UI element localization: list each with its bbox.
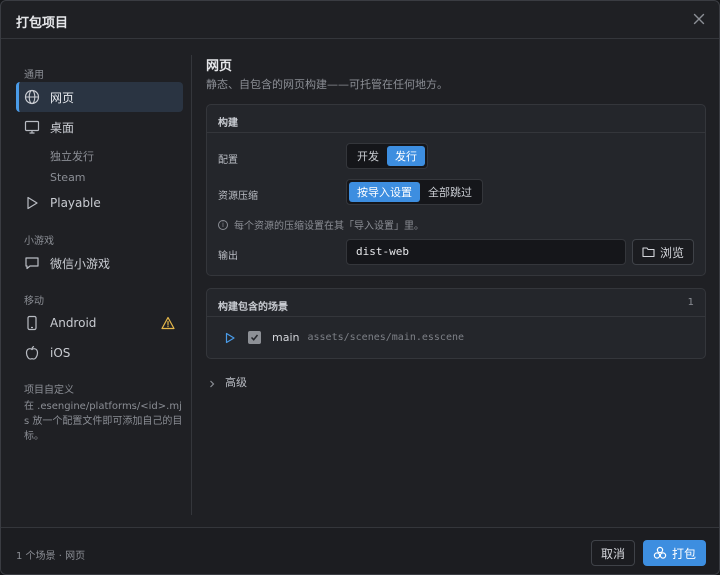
build-card-title: 构建 [207,105,705,133]
play-scene-icon[interactable] [224,332,236,344]
monitor-icon [23,118,41,136]
compress-hint: i 每个资源的压缩设置在其「导入设置」里。 [218,217,424,232]
apple-icon [23,344,41,362]
page-title: 网页 [206,59,233,74]
sidebar-subitem-standalone[interactable]: 独立发行 [50,148,94,164]
sidebar-item-label: Android [50,316,97,330]
compress-option-import[interactable]: 按导入设置 [349,182,420,202]
folder-icon [642,246,655,258]
config-option-release[interactable]: 发行 [387,146,425,166]
config-segmented: 开发 发行 [346,143,428,169]
scene-checkbox[interactable] [248,331,261,344]
globe-icon [23,88,41,106]
sidebar-group-custom: 项目自定义 [24,385,74,396]
config-option-dev[interactable]: 开发 [349,146,387,166]
warning-icon [161,316,175,333]
sidebar-item-wechat[interactable]: 微信小游戏 [16,248,183,278]
build-dialog: 打包项目 通用 网页 桌面 独立发行 Steam Playable 小游戏 微信… [0,0,720,575]
sidebar-item-label: Playable [50,196,101,210]
compress-hint-text: 每个资源的压缩设置在其「导入设置」里。 [234,221,424,232]
browse-button[interactable]: 浏览 [632,239,694,265]
sidebar-group-mobile: 移动 [24,296,44,307]
sidebar-item-playable[interactable]: Playable [16,188,183,218]
sidebar-item-label: 网页 [50,90,75,105]
sidebar-subitem-steam[interactable]: Steam [50,171,86,184]
cancel-label: 取消 [600,546,625,561]
build-icon [653,546,667,560]
build-button[interactable]: 打包 [643,540,706,566]
sidebar-item-label: 微信小游戏 [50,256,111,271]
sidebar-item-ios[interactable]: iOS [16,338,183,368]
sidebar-group-general: 通用 [24,70,44,81]
compress-segmented: 按导入设置 全部跳过 [346,179,483,205]
output-label: 输出 [218,251,238,262]
build-label: 打包 [671,546,696,561]
build-card: 构建 配置 开发 发行 资源压缩 按导入设置 全部跳过 i 每个资源的压缩设置在… [206,104,706,276]
browse-label: 浏览 [659,245,684,260]
footer-status: 1 个场景 · 网页 [16,551,86,562]
play-icon [23,194,41,212]
dialog-title: 打包项目 [16,16,69,31]
scene-name: main [272,331,300,344]
sidebar-item-desktop[interactable]: 桌面 [16,112,183,142]
sidebar-item-label: iOS [50,346,71,360]
titlebar: 打包项目 [1,1,719,39]
chat-icon [23,254,41,272]
scene-row: main assets/scenes/main.esscene [224,331,464,344]
scenes-card: 构建包含的场景 1 main assets/scenes/main.esscen… [206,288,706,359]
scenes-count: 1 [687,297,694,308]
scenes-card-title: 构建包含的场景 [218,302,288,313]
footer: 1 个场景 · 网页 取消 打包 [1,527,719,574]
close-icon[interactable] [691,11,707,27]
compress-label: 资源压缩 [218,191,258,202]
sidebar-group-minigame: 小游戏 [24,236,54,247]
scene-path: assets/scenes/main.esscene [307,332,465,343]
sidebar-item-label: 桌面 [50,120,75,135]
build-card-title-text: 构建 [218,118,238,129]
sidebar-item-android[interactable]: Android [16,308,183,338]
chevron-right-icon [208,378,216,388]
sidebar-divider [191,55,192,515]
info-icon: i [218,219,228,230]
sidebar-item-web[interactable]: 网页 [16,82,183,112]
custom-platform-note: 在 .esengine/platforms/<id>.mjs 放一个配置文件即可… [24,401,183,442]
output-field[interactable]: dist-web [346,239,626,265]
advanced-label: 高级 [225,376,247,389]
compress-option-skip[interactable]: 全部跳过 [420,182,480,202]
phone-icon [23,314,41,332]
scenes-card-header: 构建包含的场景 1 [207,289,705,317]
config-label: 配置 [218,155,238,166]
page-subtitle: 静态、自包含的网页构建——可托管在任何地方。 [206,78,448,91]
cancel-button[interactable]: 取消 [591,540,635,566]
advanced-toggle[interactable]: 高级 [208,374,247,390]
